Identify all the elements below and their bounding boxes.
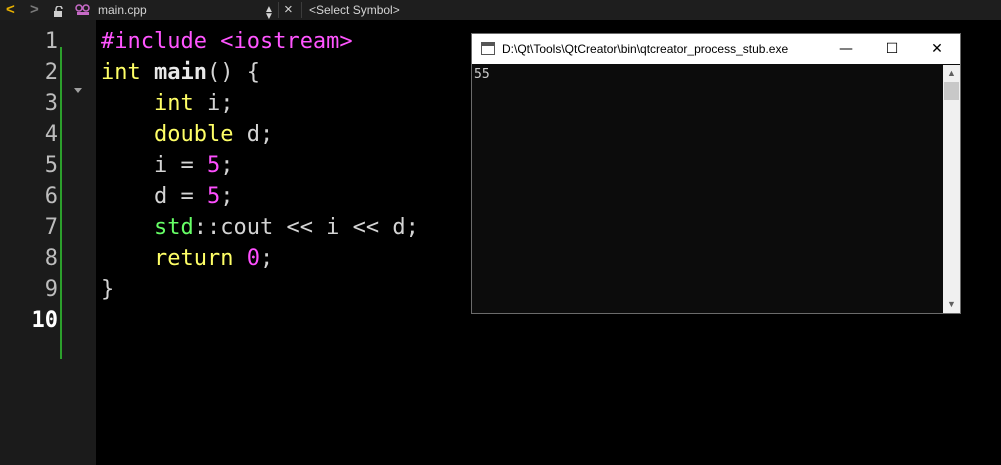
line-number-gutter[interactable]: 1 2 3 4 5 6 7 8 9 10 — [0, 20, 96, 465]
code-token: #include — [101, 29, 207, 54]
code-token: main — [154, 60, 207, 85]
toolbar-divider — [278, 2, 279, 18]
console-scrollbar[interactable]: ▲ ▼ — [943, 65, 960, 313]
file-name-selector[interactable]: main.cpp — [98, 0, 147, 20]
code-line[interactable]: i = 5; — [101, 150, 234, 181]
code-token: } — [101, 277, 115, 302]
console-title-bar[interactable]: D:\Qt\Tools\QtCreator\bin\qtcreator_proc… — [472, 34, 960, 64]
code-token: <iostream> — [220, 29, 353, 54]
console-output-text: 55 — [474, 67, 490, 82]
code-token: d = — [101, 184, 207, 209]
forward-arrow-button[interactable]: > — [30, 0, 39, 20]
code-line[interactable]: double d; — [101, 119, 273, 150]
close-window-button[interactable]: ✕ — [914, 34, 960, 64]
fold-marker-icon[interactable] — [74, 88, 82, 93]
minimize-button[interactable]: — — [823, 34, 869, 64]
close-document-button[interactable]: × — [284, 0, 293, 20]
code-token: 5 — [206, 184, 221, 209]
line-number: 10 — [31, 308, 59, 333]
line-number: 6 — [44, 184, 58, 209]
lock-icon[interactable] — [53, 4, 65, 17]
code-token: 0 — [246, 246, 260, 271]
toolbar-divider — [301, 2, 302, 18]
code-token: std — [153, 215, 194, 240]
scroll-thumb[interactable] — [944, 82, 959, 100]
file-type-icon — [75, 3, 91, 17]
line-number: 2 — [44, 60, 58, 85]
line-number: 4 — [44, 122, 58, 147]
maximize-button[interactable]: ☐ — [869, 34, 915, 64]
code-line[interactable]: #include <iostream> — [101, 26, 353, 57]
line-number: 1 — [44, 29, 58, 54]
line-number: 9 — [44, 277, 58, 302]
code-token: double — [153, 122, 234, 147]
code-token: ; — [259, 246, 274, 271]
line-number: 5 — [44, 153, 58, 178]
code-line[interactable]: int i; — [101, 88, 234, 119]
line-number: 8 — [44, 246, 58, 271]
code-token: int — [153, 91, 194, 116]
code-line[interactable]: return 0; — [101, 243, 273, 274]
code-token: i; — [193, 91, 234, 116]
code-token: d; — [233, 122, 274, 147]
scroll-down-icon[interactable]: ▼ — [943, 296, 960, 313]
code-token: ; — [220, 153, 234, 178]
code-line[interactable]: int main() { — [101, 57, 260, 88]
code-token: return — [153, 246, 234, 271]
line-number: 7 — [44, 215, 58, 240]
scroll-up-icon[interactable]: ▲ — [943, 65, 960, 82]
console-title-text: D:\Qt\Tools\QtCreator\bin\qtcreator_proc… — [502, 42, 789, 56]
code-line[interactable]: } — [101, 274, 114, 305]
code-token: () { — [206, 60, 260, 85]
change-marker-bar — [60, 47, 62, 359]
code-token: 5 — [206, 153, 221, 178]
code-token: ::cout << i << d; — [193, 215, 419, 240]
console-window[interactable]: D:\Qt\Tools\QtCreator\bin\qtcreator_proc… — [472, 34, 960, 313]
console-app-icon — [481, 42, 495, 55]
code-line[interactable]: d = 5; — [101, 181, 234, 212]
code-token: i = — [101, 153, 207, 178]
code-token: ; — [220, 184, 234, 209]
code-line[interactable]: std::cout << i << d; — [101, 212, 419, 243]
symbol-selector[interactable]: <Select Symbol> — [309, 0, 400, 20]
editor-toolbar: < > main.cpp ▲ ▼ × <Select Symbol> — [0, 0, 1001, 22]
back-arrow-button[interactable]: < — [6, 0, 15, 20]
code-token: int — [101, 60, 141, 85]
line-number: 3 — [44, 91, 58, 116]
